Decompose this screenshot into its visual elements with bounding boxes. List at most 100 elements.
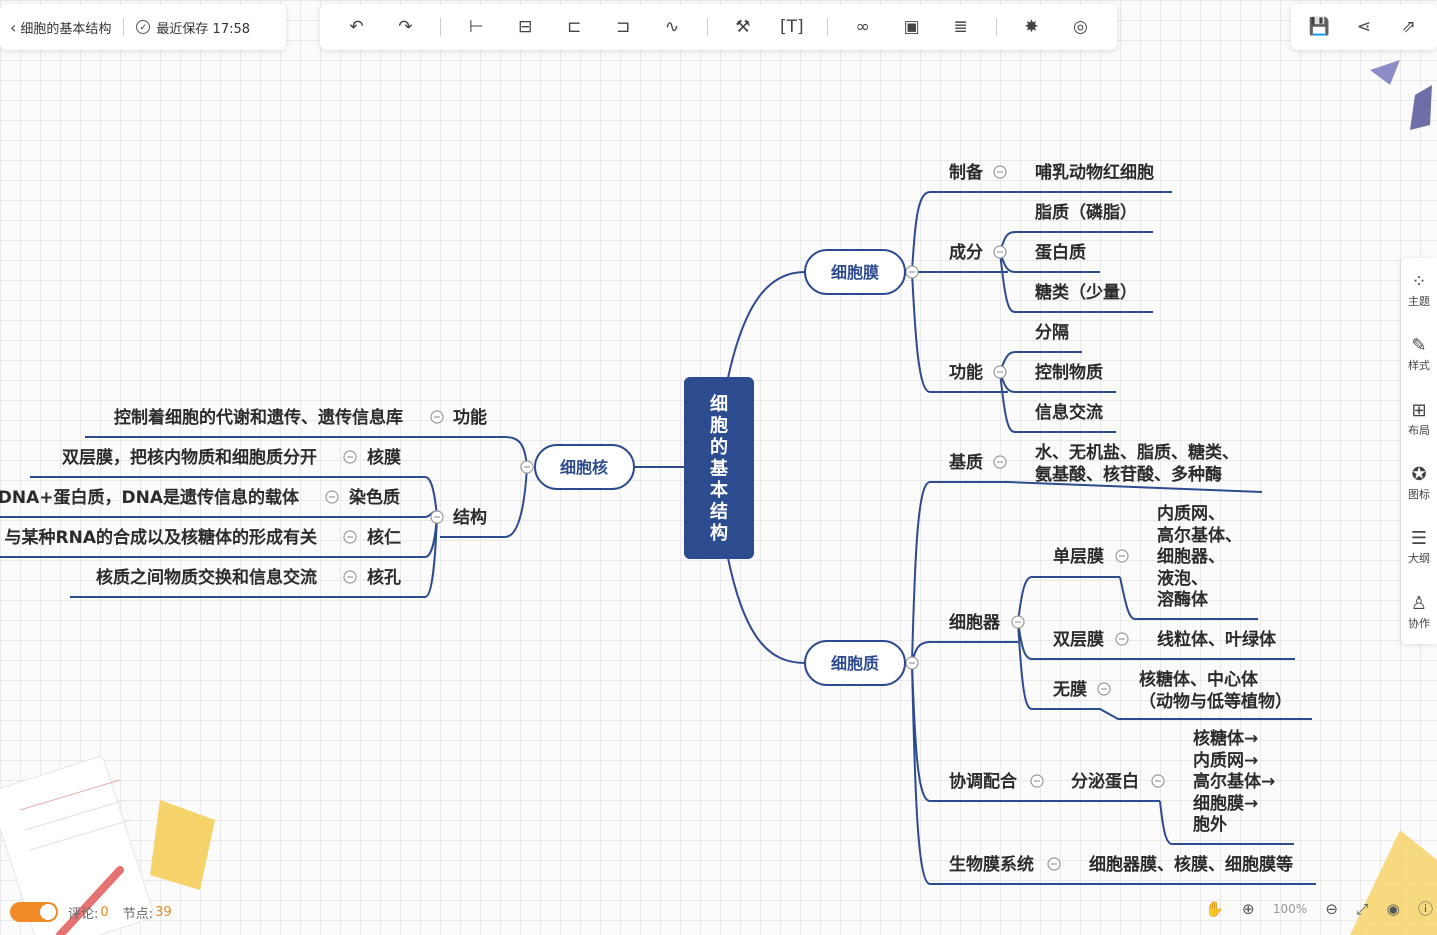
node-func-separate[interactable]: 分隔	[1035, 323, 1069, 343]
collab-icon: ♙	[1410, 592, 1428, 614]
link-icon[interactable]: ∞	[849, 13, 877, 41]
node-double-membrane[interactable]: 双层膜	[1053, 629, 1104, 650]
node-secretory-protein[interactable]: 分泌蛋白	[1071, 771, 1139, 792]
magic-icon[interactable]: ✸	[1017, 13, 1045, 41]
sidebar-item-outline[interactable]: ☰ 大纲	[1408, 528, 1430, 566]
topic-cytoplasm[interactable]: 细胞质	[804, 640, 906, 686]
node-double-value[interactable]: 线粒体、叶绿体	[1157, 629, 1277, 650]
node-secret-step-5[interactable]: 胞外	[1193, 814, 1227, 835]
preview-eye-icon[interactable]: ◉	[1387, 900, 1400, 918]
format-painter-icon[interactable]: ⚒	[729, 13, 757, 41]
node-prep-value[interactable]: 哺乳动物红细胞	[1035, 162, 1154, 183]
node-biomembrane-system[interactable]: 生物膜系统	[949, 854, 1034, 875]
add-parent-icon[interactable]: ⊏	[560, 13, 588, 41]
node-comp-lipid[interactable]: 脂质（磷脂）	[1035, 202, 1137, 223]
svg-text:细胞的基本结构: 细胞的基本结构	[709, 393, 729, 544]
layout-icon: ⊞	[1411, 399, 1427, 421]
node-single-value-1[interactable]: 内质网、	[1157, 503, 1225, 524]
node-nuclear-membrane[interactable]: 核膜	[367, 447, 401, 468]
sidebar-item-theme[interactable]: ⁘ 主题	[1408, 271, 1430, 309]
insert-text-icon[interactable]: [T]	[778, 13, 806, 41]
outline-icon: ☰	[1410, 528, 1428, 550]
explore-icon[interactable]: ◎	[1066, 13, 1094, 41]
root-char: 胞	[710, 415, 728, 437]
root-char: 细	[710, 393, 728, 415]
image-icon[interactable]: ▣	[898, 13, 926, 41]
add-sibling-icon[interactable]: ⊟	[511, 13, 539, 41]
node-no-membrane[interactable]: 无膜	[1052, 679, 1087, 700]
relation-icon[interactable]: ∿	[658, 13, 686, 41]
node-nuclear-membrane-value[interactable]: 双层膜，把核内物质和细胞质分开	[62, 447, 317, 468]
document-title[interactable]: 细胞的基本结构	[20, 18, 111, 37]
comments-toggle[interactable]	[10, 902, 58, 922]
zoom-level: 100%	[1272, 901, 1308, 916]
back-icon[interactable]: ‹	[10, 18, 16, 37]
node-none-value-line1[interactable]: 核糖体、中心体	[1139, 669, 1259, 690]
summary-icon[interactable]: ⊐	[609, 13, 637, 41]
note-icon[interactable]: ≣	[947, 13, 975, 41]
hand-icon[interactable]: ✋	[1205, 900, 1224, 918]
node-single-value-2[interactable]: 高尔基体、	[1157, 525, 1242, 546]
icon-icon: ✪	[1411, 464, 1427, 486]
zoom-controls: ✋ ⊕ 100% ⊖ ⤢ ◉ ⓘ	[1205, 898, 1433, 919]
divider	[123, 18, 125, 36]
topic-label: 细胞质	[831, 654, 879, 673]
root-node[interactable]: 细胞的基本结构	[684, 377, 754, 559]
add-child-icon[interactable]: ⊢	[462, 13, 490, 41]
node-secret-step-1[interactable]: 核糖体→	[1193, 728, 1258, 749]
right-sidebar: ⁘ 主题 ✎ 样式 ⊞ 布局 ✪ 图标 ☰ 大纲 ♙ 协作	[1401, 258, 1437, 644]
node-nucleus-function-value[interactable]: 控制着细胞的代谢和遗传、遗传信息库	[114, 407, 403, 428]
topic-label: 细胞膜	[831, 263, 879, 282]
node-organelle[interactable]: 细胞器	[949, 612, 1001, 633]
node-secret-step-4[interactable]: 细胞膜→	[1193, 793, 1258, 814]
node-nucleus-structure[interactable]: 结构	[453, 507, 487, 528]
node-biomembrane-value[interactable]: 细胞器膜、核膜、细胞膜等	[1089, 854, 1293, 875]
node-matrix-value-line2[interactable]: 氨基酸、核苷酸、多种酶	[1035, 464, 1222, 485]
node-nuclear-pore[interactable]: 核孔	[367, 567, 401, 588]
topic-nucleus[interactable]: 细胞核	[534, 444, 635, 490]
node-matrix-value-line1[interactable]: 水、无机盐、脂质、糖类、	[1035, 442, 1239, 463]
style-icon: ✎	[1411, 335, 1427, 357]
sidebar-item-icon[interactable]: ✪ 图标	[1408, 464, 1430, 502]
node-nucleolus-value[interactable]: 与某种RNA的合成以及核糖体的形成有关	[5, 527, 317, 548]
node-single-membrane[interactable]: 单层膜	[1053, 546, 1104, 567]
node-single-value-3[interactable]: 细胞器、	[1157, 546, 1225, 567]
node-secret-step-2[interactable]: 内质网→	[1193, 750, 1258, 771]
node-chromatin[interactable]: 染色质	[349, 487, 400, 508]
sidebar-item-layout[interactable]: ⊞ 布局	[1408, 400, 1430, 438]
node-matrix[interactable]: 基质	[948, 452, 983, 473]
node-secret-step-3[interactable]: 高尔基体→	[1193, 771, 1275, 792]
node-single-value-4[interactable]: 液泡、	[1157, 568, 1208, 589]
save-icon[interactable]: 💾	[1305, 13, 1333, 41]
sidebar-item-label: 样式	[1408, 359, 1430, 373]
node-func-control[interactable]: 控制物质	[1035, 362, 1103, 383]
sidebar-item-style[interactable]: ✎ 样式	[1408, 335, 1430, 373]
node-func-info[interactable]: 信息交流	[1035, 402, 1103, 423]
node-single-value-5[interactable]: 溶酶体	[1157, 589, 1209, 610]
mind-map-canvas[interactable]: 细胞的基本结构 细胞膜 细胞质 细胞核 制备 哺乳动物红细胞 成分 脂质（磷脂）…	[0, 0, 1437, 935]
zoom-in-icon[interactable]: ⊕	[1242, 900, 1255, 918]
node-nuclear-pore-value[interactable]: 核质之间物质交换和信息交流	[96, 567, 317, 588]
sidebar-item-collab[interactable]: ♙ 协作	[1408, 593, 1430, 631]
node-composition[interactable]: 成分	[949, 242, 983, 263]
node-comp-protein[interactable]: 蛋白质	[1035, 242, 1086, 263]
topic-cell-membrane[interactable]: 细胞膜	[804, 249, 906, 295]
toolbar-divider	[826, 18, 828, 36]
export-icon[interactable]: ⇗	[1395, 13, 1423, 41]
toolbar-divider	[440, 18, 442, 36]
node-none-value-line2[interactable]: （动物与低等植物）	[1139, 691, 1292, 712]
node-nucleus-function[interactable]: 功能	[453, 407, 487, 428]
node-comp-sugar[interactable]: 糖类（少量）	[1035, 282, 1137, 303]
main-toolbar: ↶ ↷ ⊢ ⊟ ⊏ ⊐ ∿ ⚒ [T] ∞ ▣ ≣ ✸ ◎	[320, 4, 1117, 50]
node-preparation[interactable]: 制备	[949, 162, 984, 183]
node-nucleolus[interactable]: 核仁	[367, 527, 401, 548]
node-coordination[interactable]: 协调配合	[949, 771, 1018, 792]
help-icon[interactable]: ⓘ	[1418, 898, 1433, 919]
redo-icon[interactable]: ↷	[391, 13, 419, 41]
fit-screen-icon[interactable]: ⤢	[1356, 900, 1368, 918]
node-chromatin-value[interactable]: DNA+蛋白质，DNA是遗传信息的载体	[0, 487, 300, 508]
node-function[interactable]: 功能	[949, 362, 983, 383]
undo-icon[interactable]: ↶	[342, 13, 370, 41]
share-icon[interactable]: ⋖	[1350, 13, 1378, 41]
zoom-out-icon[interactable]: ⊖	[1325, 900, 1338, 918]
